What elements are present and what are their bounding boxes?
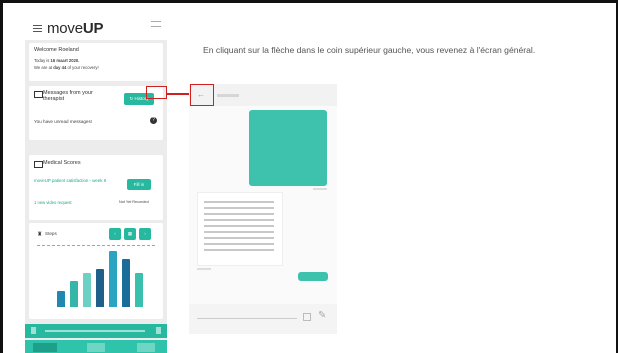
video-request-link[interactable]: 1 new video request [34,200,71,205]
outgoing-message-bubble [249,110,327,186]
back-arrow-highlight-box [190,84,214,106]
timestamp-1 [313,188,327,190]
nav-middle-icon[interactable] [87,343,105,352]
message-input[interactable] [197,318,297,319]
steps-chart [29,223,163,319]
steps-bar [109,251,117,307]
right-handle-icon [156,327,161,334]
folder-icon [34,161,43,168]
app-header: moveUP [25,18,167,40]
bottom-navigation [25,340,167,353]
messages-card: Messages from your therapist ↻ History Y… [29,86,163,140]
attach-icon[interactable] [303,313,311,321]
menu-icon[interactable] [33,25,42,32]
message-input-area[interactable]: ✎ [189,304,337,334]
nav-home-icon[interactable] [33,343,57,352]
welcome-greeting: Welcome Roeland [34,47,79,53]
fill-in-button[interactable]: Fill in [127,179,151,190]
left-handle-icon [31,327,36,334]
chat-screen: ← ✎ [189,84,337,334]
status-icon [151,21,161,27]
welcome-card: Welcome Roeland Today is 16 maart 2020. … [29,43,163,81]
today-line: Today is 16 maart 2020. [34,58,80,63]
incoming-message-lines [204,201,274,203]
medical-scores-card: Medical Scores moveUP patient satisfacti… [29,155,163,220]
phone-home-screen: moveUP Welcome Roeland Today is 16 maart… [25,18,167,353]
survey-link[interactable]: moveUP patient satisfaction - week 6 [34,178,114,184]
steps-card: ♜ Steps ‹ ▦ › [29,223,163,319]
messages-title: Messages from your therapist [43,90,93,102]
steps-bar [122,259,130,307]
steps-bar [83,273,91,307]
incoming-message-bubble [197,192,283,266]
steps-bar [135,273,143,307]
steps-bar [96,269,104,307]
steps-bar [57,291,65,307]
video-status: Not Yet Recorded [119,200,149,204]
nav-right-icon[interactable] [137,343,155,352]
unread-messages-text: You have unread messages! [34,119,93,124]
input-line [45,330,145,332]
instruction-caption: En cliquant sur la flèche dans le coin s… [203,45,536,55]
input-bar[interactable] [25,324,167,338]
recovery-line: We are at day 44 of your recovery! [34,65,99,70]
history-highlight-box [146,86,167,99]
timestamp-2 [197,268,211,270]
chat-header-title [217,94,239,97]
medical-scores-title: Medical Scores [43,160,81,166]
steps-bar [70,281,78,307]
outgoing-short-bubble [298,272,328,281]
chat-icon [34,91,43,98]
unread-count-icon[interactable]: ? [150,117,157,124]
highlight-connector [167,93,190,95]
send-icon[interactable]: ✎ [318,311,326,321]
app-logo: moveUP [47,20,104,37]
